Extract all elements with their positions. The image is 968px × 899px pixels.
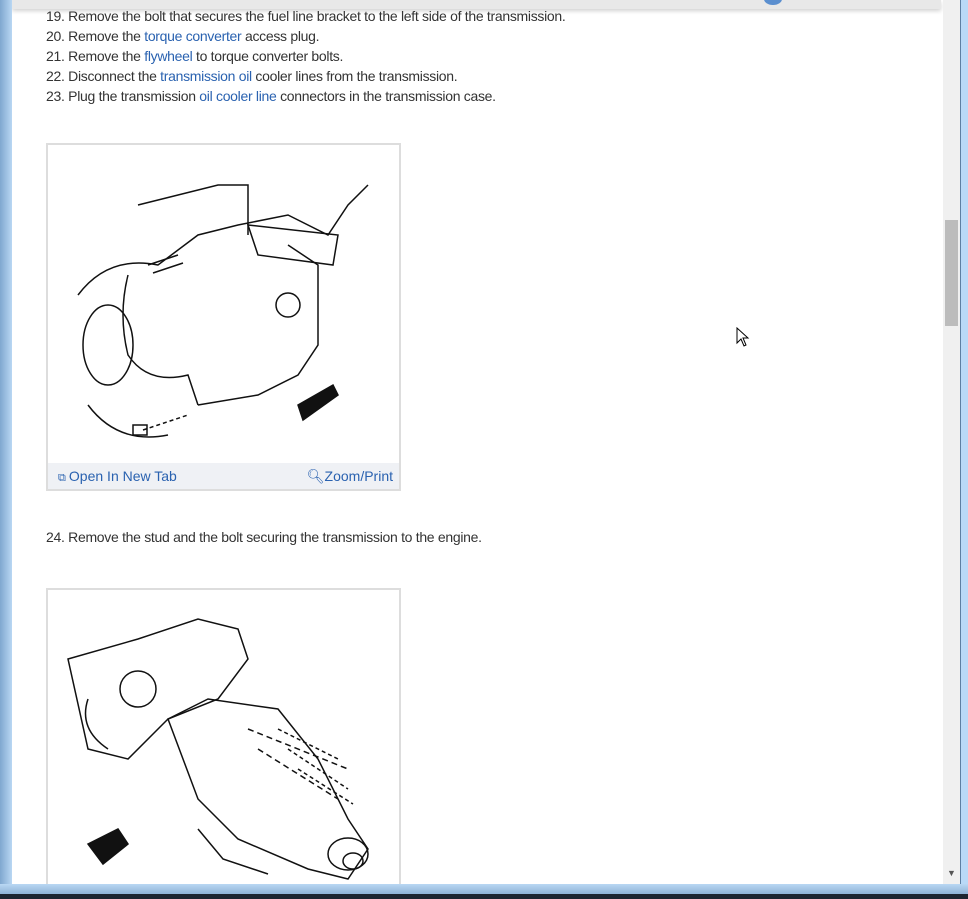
step-text: cooler lines from the transmission. (251, 68, 458, 84)
transmission-illustration-1[interactable] (48, 145, 399, 463)
glossary-link[interactable]: transmission oil (160, 68, 252, 84)
step-item: 22. Disconnect the transmission oil cool… (46, 66, 565, 86)
procedure-steps: 19. Remove the bolt that secures the fue… (46, 6, 566, 106)
figure-transmission-bolts: ⧉ Open In New Tab 🔍︎Zoom/Print (46, 143, 401, 491)
step-item: 21. Remove the flywheel to torque conver… (46, 46, 565, 66)
step-item: 20. Remove the torque converter access p… (46, 26, 565, 46)
glossary-link[interactable]: torque converter (144, 28, 241, 44)
step-text: Disconnect the (68, 68, 161, 84)
open-in-new-tab-link[interactable]: ⧉ Open In New Tab (58, 468, 177, 485)
step-number: 21. (46, 48, 65, 64)
step-text: Remove the (68, 48, 145, 64)
step-number: 20. (46, 28, 65, 44)
vertical-scrollbar[interactable]: ▼ (943, 0, 960, 884)
open-new-tab-icon: ⧉ (58, 471, 69, 484)
glossary-link[interactable]: flywheel (144, 48, 192, 64)
zoom-print-link[interactable]: 🔍︎Zoom/Print (307, 468, 393, 485)
figure-transmission-engine (46, 588, 401, 884)
step-24: 24. Remove the stud and the bolt securin… (46, 529, 482, 545)
step-text: Plug the transmission (68, 88, 200, 104)
zoom-icon: 🔍︎ (306, 467, 325, 484)
scroll-down-arrow-icon[interactable]: ▼ (947, 868, 956, 878)
avatar-icon[interactable] (764, 0, 782, 5)
glossary-link[interactable]: oil cooler line (199, 88, 277, 104)
step-number: 19. (46, 8, 65, 24)
step-text: connectors in the transmission case. (276, 88, 496, 104)
figure-action-bar: ⧉ Open In New Tab 🔍︎Zoom/Print (48, 463, 399, 489)
step-text: access plug. (241, 28, 320, 44)
window-frame-left (0, 0, 12, 899)
mouse-cursor-icon (736, 327, 750, 347)
step-number: 22. (46, 68, 65, 84)
step-item: 19. Remove the bolt that secures the fue… (46, 6, 566, 26)
transmission-illustration-2[interactable] (48, 590, 399, 884)
step-number: 23. (46, 88, 65, 104)
scrollbar-thumb[interactable] (945, 220, 958, 326)
window-frame-right (960, 0, 968, 899)
step-text: to torque converter bolts. (192, 48, 344, 64)
page-content: 19. Remove the bolt that secures the fue… (12, 0, 943, 884)
step-text: Remove the bolt that secures the fuel li… (68, 8, 566, 24)
window-frame-bottom (0, 884, 968, 899)
step-text: Remove the (68, 28, 145, 44)
step-item: 23. Plug the transmission oil cooler lin… (46, 86, 565, 106)
